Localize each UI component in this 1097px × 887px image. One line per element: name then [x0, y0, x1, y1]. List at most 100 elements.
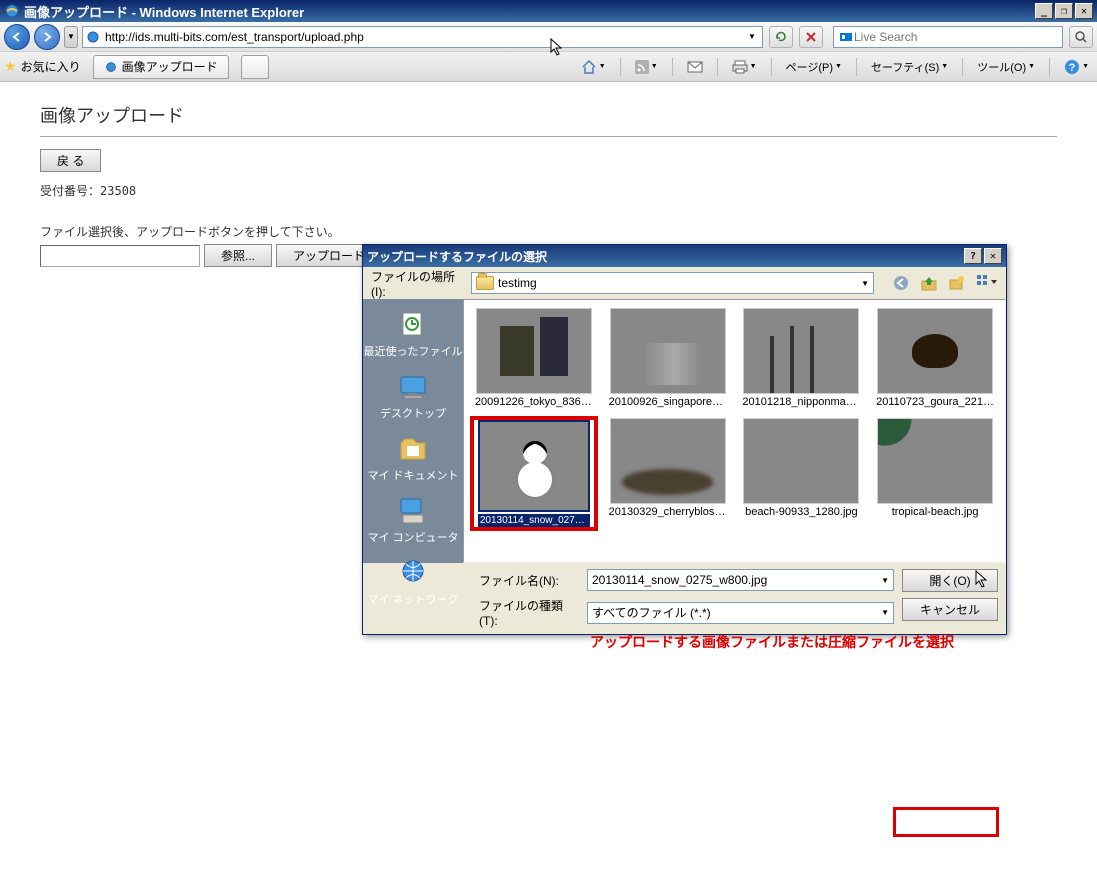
window-titlebar: 画像アップロード - Windows Internet Explorer _ ❐… — [0, 0, 1097, 22]
mail-button[interactable] — [683, 58, 707, 76]
tab-page-icon — [104, 60, 118, 74]
back-page-button[interactable]: 戻 る — [40, 149, 101, 172]
filetype-value: すべてのファイル (*.*) — [592, 604, 711, 621]
page-menu[interactable]: ページ(P)▼ — [782, 57, 846, 77]
computer-icon — [397, 495, 429, 527]
close-button[interactable]: ✕ — [1075, 3, 1093, 19]
dialog-titlebar: アップロードするファイルの選択 ? ✕ — [363, 245, 1006, 267]
file-thumbnail[interactable]: beach-90933_1280.jpg — [738, 416, 866, 531]
browse-button[interactable]: 参照... — [204, 244, 272, 267]
place-mydocs[interactable]: マイ ドキュメント — [363, 431, 463, 485]
favorites-label: お気に入り — [21, 58, 81, 75]
dialog-title: アップロードするファイルの選択 — [367, 248, 547, 265]
filename-value: 20130114_snow_0275_w800.jpg — [592, 573, 767, 587]
page-icon — [85, 29, 101, 45]
place-mycomputer[interactable]: マイ コンピュータ — [363, 493, 463, 547]
page-heading: 画像アップロード — [40, 102, 1057, 128]
file-grid[interactable]: 20091226_tokyo_8363_... 20100926_singapor… — [463, 299, 1006, 563]
tools-menu[interactable]: ツール(O)▼ — [973, 57, 1039, 77]
thumbnail-image — [743, 418, 859, 504]
home-button[interactable]: ▼ — [577, 57, 610, 77]
location-dropdown[interactable]: ▼ — [861, 279, 869, 288]
location-value: testimg — [498, 276, 537, 290]
file-thumbnail[interactable]: tropical-beach.jpg — [871, 416, 999, 531]
ie-icon — [4, 3, 20, 19]
file-thumbnail[interactable]: 20091226_tokyo_8363_... — [470, 306, 598, 410]
instruction-text: ファイル選択後、アップロードボタンを押して下さい。 — [40, 223, 1057, 240]
print-button[interactable]: ▼ — [728, 58, 761, 76]
filename-combo[interactable]: 20130114_snow_0275_w800.jpg ▼ — [587, 569, 894, 591]
thumbnail-image — [610, 308, 726, 394]
stop-button[interactable] — [799, 26, 823, 48]
receipt-number: 受付番号：23508 — [40, 182, 1057, 199]
annotation-text: アップロードする画像ファイルまたは圧縮ファイルを選択 — [590, 632, 954, 652]
nav-history-dropdown[interactable]: ▼ — [64, 26, 78, 48]
thumbnail-image — [877, 418, 993, 504]
filename-label: ファイル名(N): — [479, 572, 579, 589]
go-back-icon[interactable] — [892, 274, 910, 292]
file-thumbnail[interactable]: 20110723_goura_2216_... — [871, 306, 999, 410]
navigation-toolbar: ▼ ▼ — [0, 22, 1097, 52]
thumbnail-image — [877, 308, 993, 394]
places-bar: 最近使ったファイル デスクトップ マイ ドキュメント マイ コンピュータ マイ … — [363, 299, 463, 563]
thumbnail-label: 20091226_tokyo_8363_... — [475, 396, 593, 408]
cancel-button[interactable]: キャンセル — [902, 598, 998, 621]
open-button[interactable]: 開く(O) — [902, 569, 998, 592]
address-bar[interactable]: ▼ — [82, 26, 763, 48]
dialog-close-button[interactable]: ✕ — [984, 248, 1002, 264]
dialog-help-button[interactable]: ? — [964, 248, 982, 264]
search-input[interactable] — [854, 30, 1058, 44]
dialog-bottom: ファイル名(N): 20130114_snow_0275_w800.jpg ▼ … — [363, 563, 1006, 634]
file-thumbnail[interactable]: 20101218_nipponmaru_... — [738, 306, 866, 410]
favorites-button[interactable]: ★ お気に入り — [4, 58, 81, 75]
desktop-icon — [397, 371, 429, 403]
favorites-bar: ★ お気に入り 画像アップロード ▼ ▼ ▼ ページ(P)▼ セーフティ(S)▼… — [0, 52, 1097, 82]
star-icon: ★ — [4, 58, 17, 75]
thumbnail-label: 20101218_nipponmaru_... — [742, 396, 860, 408]
thumbnail-image — [743, 308, 859, 394]
thumbnail-label: tropical-beach.jpg — [892, 506, 979, 518]
thumbnail-label: beach-90933_1280.jpg — [745, 506, 858, 518]
back-button[interactable] — [4, 24, 30, 50]
open-highlight — [893, 807, 999, 837]
tab-new[interactable] — [241, 55, 269, 79]
url-dropdown[interactable]: ▼ — [744, 32, 760, 41]
file-thumbnail[interactable]: 20100926_singapore_0... — [604, 306, 732, 410]
search-box[interactable] — [833, 26, 1063, 48]
recent-icon — [397, 309, 429, 341]
filetype-combo[interactable]: すべてのファイル (*.*) ▼ — [587, 602, 894, 624]
forward-button[interactable] — [34, 24, 60, 50]
file-thumbnail[interactable]: 20130114_snow_0275_w800.jpg — [470, 416, 598, 531]
thumbnail-image — [478, 420, 590, 512]
place-desktop[interactable]: デスクトップ — [363, 369, 463, 423]
view-menu-icon[interactable] — [976, 274, 998, 292]
refresh-button[interactable] — [769, 26, 793, 48]
tab-current[interactable]: 画像アップロード — [93, 55, 229, 79]
new-folder-icon[interactable] — [948, 274, 966, 292]
safety-menu[interactable]: セーフティ(S)▼ — [867, 57, 952, 77]
restore-button[interactable]: ❐ — [1055, 3, 1073, 19]
search-button[interactable] — [1069, 26, 1093, 48]
thumbnail-label: 20100926_singapore_0... — [609, 396, 727, 408]
tab-title: 画像アップロード — [122, 58, 218, 75]
window-title: 画像アップロード - Windows Internet Explorer — [24, 2, 304, 21]
file-thumbnail[interactable]: 20130329_cherrybloss... — [604, 416, 732, 531]
up-folder-icon[interactable] — [920, 274, 938, 292]
dialog-location-row: ファイルの場所(I): testimg ▼ — [363, 267, 1006, 299]
location-combo[interactable]: testimg ▼ — [471, 272, 874, 294]
divider — [40, 136, 1057, 137]
search-provider-icon — [838, 29, 854, 45]
help-button[interactable]: ? ▼ — [1060, 57, 1093, 77]
file-path-input[interactable] — [40, 245, 200, 267]
thumbnail-image — [476, 308, 592, 394]
svg-text:?: ? — [1069, 62, 1076, 74]
url-input[interactable] — [105, 30, 744, 44]
location-label: ファイルの場所(I): — [371, 268, 463, 299]
folder-icon — [476, 276, 494, 290]
thumbnail-label: 20130329_cherrybloss... — [609, 506, 727, 518]
place-recent[interactable]: 最近使ったファイル — [363, 307, 463, 361]
mydocs-icon — [397, 433, 429, 465]
feeds-button[interactable]: ▼ — [631, 58, 662, 76]
minimize-button[interactable]: _ — [1035, 3, 1053, 19]
thumbnail-image — [610, 418, 726, 504]
